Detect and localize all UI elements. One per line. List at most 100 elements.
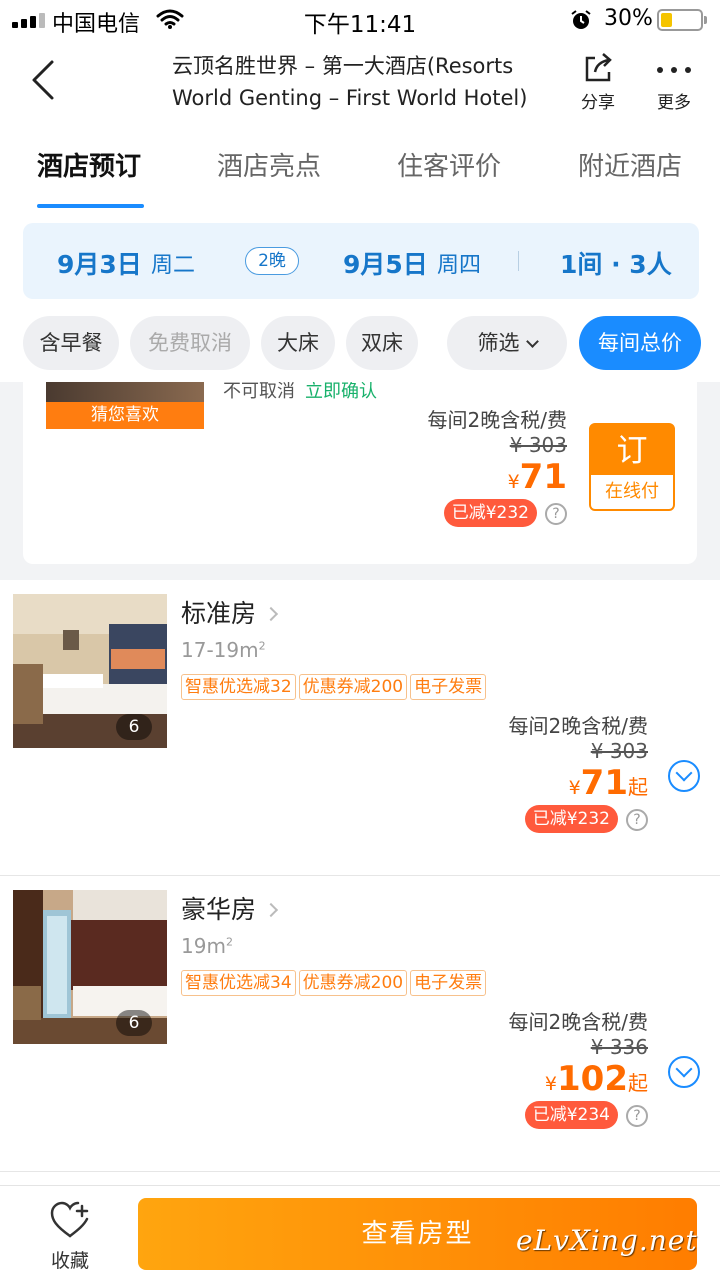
chevron-right-icon: [263, 902, 279, 918]
book-button[interactable]: 订 在线付: [589, 423, 675, 511]
room-area-value: 17-19m: [181, 638, 259, 662]
per-night-label: 每间2晚含税/费: [427, 408, 567, 432]
tag: 优惠券减200: [298, 970, 408, 996]
tab-reviews[interactable]: 住客评价: [397, 146, 501, 183]
chevron-right-icon: [263, 606, 279, 622]
tag: 电子发票: [410, 970, 487, 996]
instant-confirm: 立即确认: [305, 382, 377, 402]
favorite-label: 收藏: [50, 1250, 89, 1272]
room-photo[interactable]: 6: [13, 890, 167, 1044]
filter-area: 9月3日 周二 2晚 9月5日 周四 1间 · 3人 含早餐 免费取消 大床 双…: [0, 210, 720, 382]
more-button[interactable]: 更多: [646, 50, 702, 116]
help-icon[interactable]: ?: [626, 808, 648, 831]
share-button[interactable]: 分享: [570, 50, 626, 116]
help-icon[interactable]: ?: [545, 502, 567, 525]
checkin-date[interactable]: 9月3日: [57, 245, 142, 281]
expand-chevron-icon[interactable]: [668, 1056, 700, 1088]
original-price: ¥ 303: [590, 739, 648, 763]
chip-king-bed[interactable]: 大床: [261, 316, 335, 370]
discount-badge: 已减¥232: [524, 805, 618, 833]
tab-bar: 酒店预订 酒店亮点 住客评价 附近酒店: [0, 126, 720, 210]
alarm-icon: [571, 10, 591, 29]
room-name[interactable]: 豪华房: [181, 890, 279, 926]
battery-percent: 30%: [604, 6, 653, 31]
room-name[interactable]: 标准房: [181, 594, 279, 630]
help-icon[interactable]: ?: [626, 1104, 648, 1127]
checkout-date[interactable]: 9月5日: [343, 245, 428, 281]
heart-plus-icon: [50, 1201, 89, 1238]
chip-twin-bed[interactable]: 双床: [346, 316, 418, 370]
tab-highlights[interactable]: 酒店亮点: [217, 146, 321, 183]
more-dots-icon: [657, 67, 691, 73]
filter-label: 筛选: [477, 331, 520, 355]
expand-chevron-icon[interactable]: [668, 760, 700, 792]
tab-booking[interactable]: 酒店预订: [37, 146, 141, 183]
header: 云顶名胜世界 – 第一大酒店(Resorts World Genting – F…: [0, 40, 720, 126]
room-name-text: 标准房: [181, 599, 257, 628]
current-price: ¥102起: [509, 1059, 648, 1099]
policy-text: 不可取消 立即确认: [223, 382, 377, 403]
status-bar: 中国电信 下午11:41 30%: [0, 0, 720, 40]
photo-count: 6: [116, 714, 152, 740]
current-price: ¥71: [428, 457, 567, 497]
original-price: ¥ 336: [590, 1035, 648, 1059]
tab-indicator: [37, 204, 144, 208]
original-price: ¥ 303: [509, 433, 567, 457]
divider: [518, 251, 519, 271]
featured-room-photo: [46, 382, 204, 404]
current-price: ¥71起: [509, 763, 648, 803]
cancel-policy: 不可取消: [223, 382, 295, 402]
chevron-down-icon: [525, 335, 539, 348]
discount-badge: 已减¥232: [443, 499, 537, 527]
currency-symbol: ¥: [544, 1073, 558, 1095]
rooms-guests[interactable]: 1间 · 3人: [560, 245, 672, 281]
room-price-block: 每间2晚含税/费 ¥ 303 ¥71起 已减¥232?: [509, 710, 648, 833]
battery-icon: [657, 9, 703, 31]
price-suffix: 起: [628, 775, 648, 799]
date-selector[interactable]: 9月3日 周二 2晚 9月5日 周四 1间 · 3人: [23, 223, 699, 299]
battery-fill: [661, 13, 672, 27]
price-suffix: 起: [628, 1071, 648, 1095]
chip-free-cancel[interactable]: 免费取消: [130, 316, 250, 370]
tag: 电子发票: [410, 674, 487, 700]
recommend-badge: 猜您喜欢: [46, 402, 204, 429]
room-tags: 智惠优选减34 优惠券减200 电子发票: [181, 970, 489, 996]
price-amount: 102: [557, 1059, 628, 1099]
price-mode-toggle[interactable]: 每间总价: [579, 316, 701, 370]
photo-count: 6: [116, 1010, 152, 1036]
discount-badge: 已减¥234: [524, 1101, 618, 1129]
room-card-deluxe[interactable]: 6 豪华房 19m2 智惠优选减34 优惠券减200 电子发票 每间2晚含税/费 ¥…: [0, 876, 720, 1172]
back-icon[interactable]: [22, 58, 66, 102]
pay-online-label: 在线付: [591, 475, 673, 509]
per-night-label: 每间2晚含税/费: [508, 1010, 648, 1034]
price-amount: 71: [519, 457, 567, 497]
checkout-weekday: 周四: [437, 253, 482, 278]
tag: 智惠优选减34: [181, 970, 296, 996]
currency-symbol: ¥: [507, 471, 520, 493]
room-card-standard[interactable]: 6 标准房 17-19m2 智惠优选减32 优惠券减200 电子发票 每间2晚含税/…: [0, 580, 720, 876]
room-area: 17-19m2: [181, 638, 266, 662]
currency-symbol: ¥: [568, 777, 581, 799]
price-amount: 71: [580, 763, 628, 803]
chip-breakfast[interactable]: 含早餐: [23, 316, 119, 370]
tag: 优惠券减200: [298, 674, 408, 700]
room-photo[interactable]: 6: [13, 594, 167, 748]
room-price-block: 每间2晚含税/费 ¥ 336 ¥102起 已减¥234?: [509, 1006, 648, 1129]
share-icon: [585, 53, 612, 82]
tab-nearby[interactable]: 附近酒店: [578, 146, 682, 183]
more-label: 更多: [657, 93, 691, 113]
share-label: 分享: [581, 93, 615, 113]
book-label: 订: [616, 433, 648, 469]
area-unit: 2: [258, 639, 266, 653]
filter-button[interactable]: 筛选: [447, 316, 567, 370]
room-name-text: 豪华房: [181, 895, 257, 924]
watermark: eLvXing.net: [516, 1224, 698, 1257]
favorite-button[interactable]: 收藏: [38, 1198, 102, 1274]
area-unit: 2: [225, 935, 233, 949]
featured-room-card[interactable]: 猜您喜欢 不可取消 立即确认 每间2晚含税/费 ¥ 303 ¥71 已减¥232?…: [23, 382, 697, 564]
checkin-weekday: 周二: [151, 253, 196, 278]
room-area: 19m2: [181, 934, 233, 958]
room-area-value: 19m: [181, 934, 226, 958]
room-tags: 智惠优选减32 优惠券减200 电子发票: [181, 674, 489, 700]
nights-badge: 2晚: [245, 247, 299, 275]
